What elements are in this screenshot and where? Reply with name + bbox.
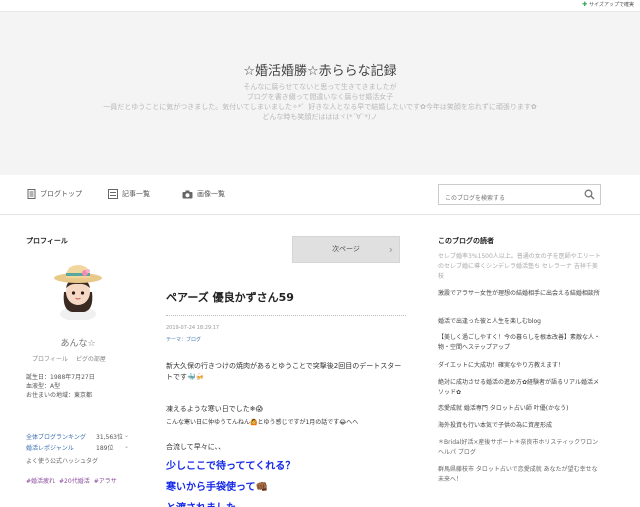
plus-icon: ✚	[582, 1, 588, 8]
hashtag-title: よく使う公式ハッシュタグ	[26, 458, 99, 465]
post-paragraph: 凍えるような寒い日でした❄😱	[166, 405, 263, 413]
post-paragraph: こんな寒い日に仲ゆうてんねん🙆とゆう感じですが1月の話です😂へへ	[166, 419, 359, 426]
reader-item[interactable]: 海外投資も行い本気で子供の為に資産形成	[438, 421, 602, 431]
post-emphasis: 寒いから手袋使って👊🏾	[166, 482, 268, 493]
pigg-room-link[interactable]: ピグの部屋	[76, 354, 106, 363]
reader-item[interactable]: 【美しく過ごしやすく！今の暮らしを根本改善】素敵な人・物・空間へステップアップ	[438, 333, 602, 353]
reader-item[interactable]: 婚活で出逢った彼と人生を楽しむblog	[438, 317, 602, 327]
readers-title: このブログの読者	[438, 237, 494, 245]
chevron-down-icon: ⌄	[124, 443, 130, 450]
hashtag[interactable]: #アラサ	[94, 476, 117, 485]
nav-image-list[interactable]: 画像一覧	[182, 189, 225, 199]
chevron-right-icon: ›	[388, 243, 393, 256]
blog-nav: ブログトップ 記事一覧 画像一覧	[0, 175, 640, 215]
post-theme[interactable]: テーマ：ブログ	[166, 336, 201, 343]
profile-title: プロフィール	[26, 237, 68, 245]
divider	[166, 315, 406, 316]
profile-link[interactable]: プロフィール	[32, 354, 68, 363]
search-input[interactable]	[439, 189, 579, 208]
hashtag-list: #婚活疲れ #20代婚活 #アラサ	[26, 476, 117, 485]
list-icon	[108, 189, 118, 199]
post-emphasis: 少しここで待っててくれる？	[166, 461, 296, 472]
profile-info: 誕生日：1988年7月27日 血液型：A型 お住まいの地域：東京都	[26, 374, 95, 399]
post-title[interactable]: ペアーズ 優良かずさん59	[166, 289, 294, 305]
rank-genre[interactable]: 婚活レポジャンル 189位 ⌄	[26, 443, 130, 452]
reader-item[interactable]: ＊Bridal好活×産後サポート＊奈良市ホリスティックワロンヘルパ ブログ	[438, 438, 602, 458]
reader-item[interactable]: ダイエットに大成功！確実なやり方教えます！	[438, 361, 602, 371]
reader-item[interactable]: 激震でアラサー女性が理想の結婚相手に出会える結婚相談所	[438, 289, 602, 299]
profile-sidebar: プロフィール あんな☆ プロフィール ピグの部屋 誕生日：1988年7月27日 …	[26, 236, 130, 485]
hashtag[interactable]: #婚活疲れ	[26, 476, 55, 485]
post-emphasis: と渡されました	[166, 499, 406, 507]
hashtag[interactable]: #20代婚活	[59, 476, 90, 485]
size-up-link[interactable]: ✚ サイズアップで確実	[582, 1, 634, 8]
search-icon[interactable]	[584, 189, 595, 200]
readers-sidebar: このブログの読者 セレブ婚率3%1500人以上。普通の女の子を医師やエリートのセ…	[438, 236, 602, 483]
nav-article-list[interactable]: 記事一覧	[108, 189, 150, 199]
reader-item[interactable]: 絶対に成功させる婚活の進め方✿経験者が語るリアル婚活メソッド✿	[438, 378, 602, 398]
reader-item[interactable]: 恋愛成就 婚活専門 タロット占い師 叶優(かなう)	[438, 404, 602, 414]
blog-search	[438, 184, 601, 208]
nav-blog-top[interactable]: ブログトップ	[27, 189, 82, 199]
top-bar: ✚ サイズアップで確実	[0, 0, 640, 12]
camera-icon	[182, 190, 193, 198]
next-page-button[interactable]: 次ページ ›	[292, 236, 400, 263]
post-paragraph: 新大久保の行きつけの焼肉があるとゆうことで突撃後2回目のデートスタートです🐳🍻	[166, 362, 402, 381]
rank-overall[interactable]: 全体ブログランキング 31,563位 ⌄	[26, 432, 130, 441]
blog-header: ☆婚活婚勝☆赤ららな記録 そんなに腐らせてないと思って生きてきましたが ブログを…	[0, 12, 640, 175]
profile-nickname[interactable]: あんな☆	[26, 336, 130, 349]
post-paragraph: 合流して早々に、、	[166, 443, 226, 451]
post-date: 2019-07-24 18:29:17	[166, 325, 220, 331]
chevron-down-icon: ⌄	[124, 432, 130, 439]
blog-description: そんなに腐らせてないと思って生きてきましたが ブログを書き綴って間違いなく腐らせ…	[103, 83, 537, 121]
profile-links: プロフィール ピグの部屋	[32, 354, 106, 363]
document-icon	[27, 189, 36, 199]
avatar[interactable]	[52, 258, 104, 320]
reader-item[interactable]: 群馬県藤枝市 タロット占いで恋愛成就 あなたが望む幸せな未来へ！	[438, 465, 602, 485]
blog-title[interactable]: ☆婚活婚勝☆赤ららな記録	[0, 60, 640, 79]
reader-item[interactable]: セレブ婚率3%1500人以上。普通の女の子を医師やエリートのセレブ婚に導くシンデ…	[438, 252, 602, 282]
